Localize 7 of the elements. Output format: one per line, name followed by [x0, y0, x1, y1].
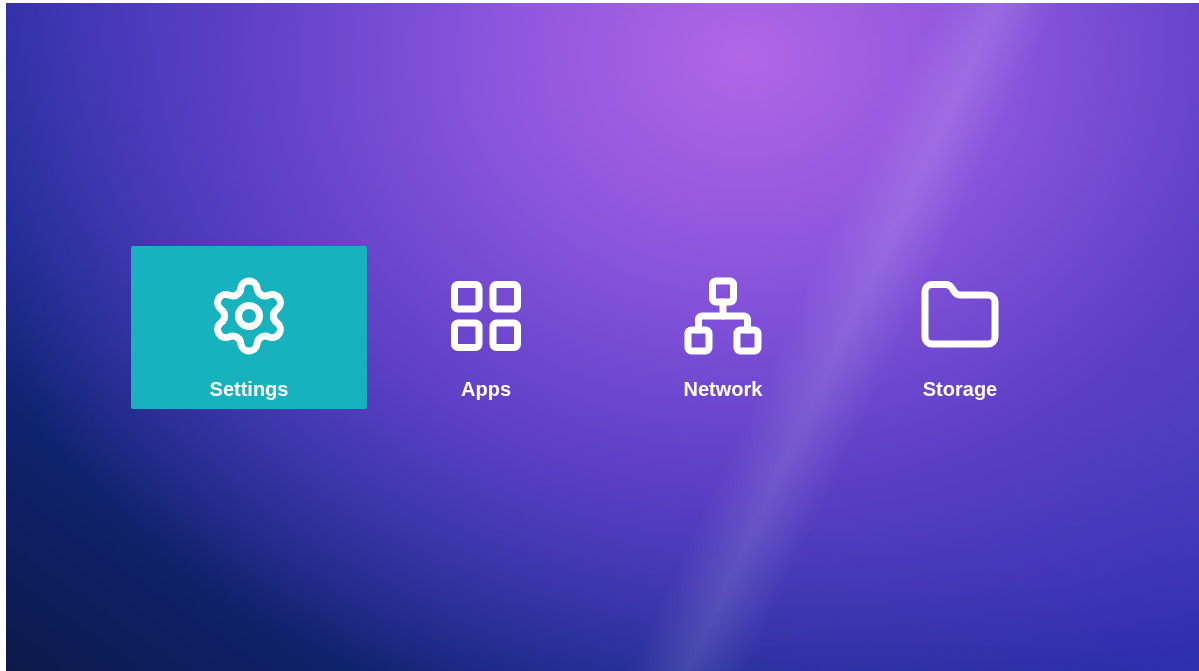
tile-label: Network: [683, 377, 763, 402]
menu-tile[interactable]: Apps: [368, 246, 604, 409]
menu-tile[interactable]: Storage: [842, 246, 1078, 409]
tile-label: Storage: [922, 377, 998, 402]
tile-label: Apps: [461, 377, 511, 402]
tile-label: Settings: [209, 377, 289, 402]
menu-tile[interactable]: Network: [605, 246, 841, 409]
